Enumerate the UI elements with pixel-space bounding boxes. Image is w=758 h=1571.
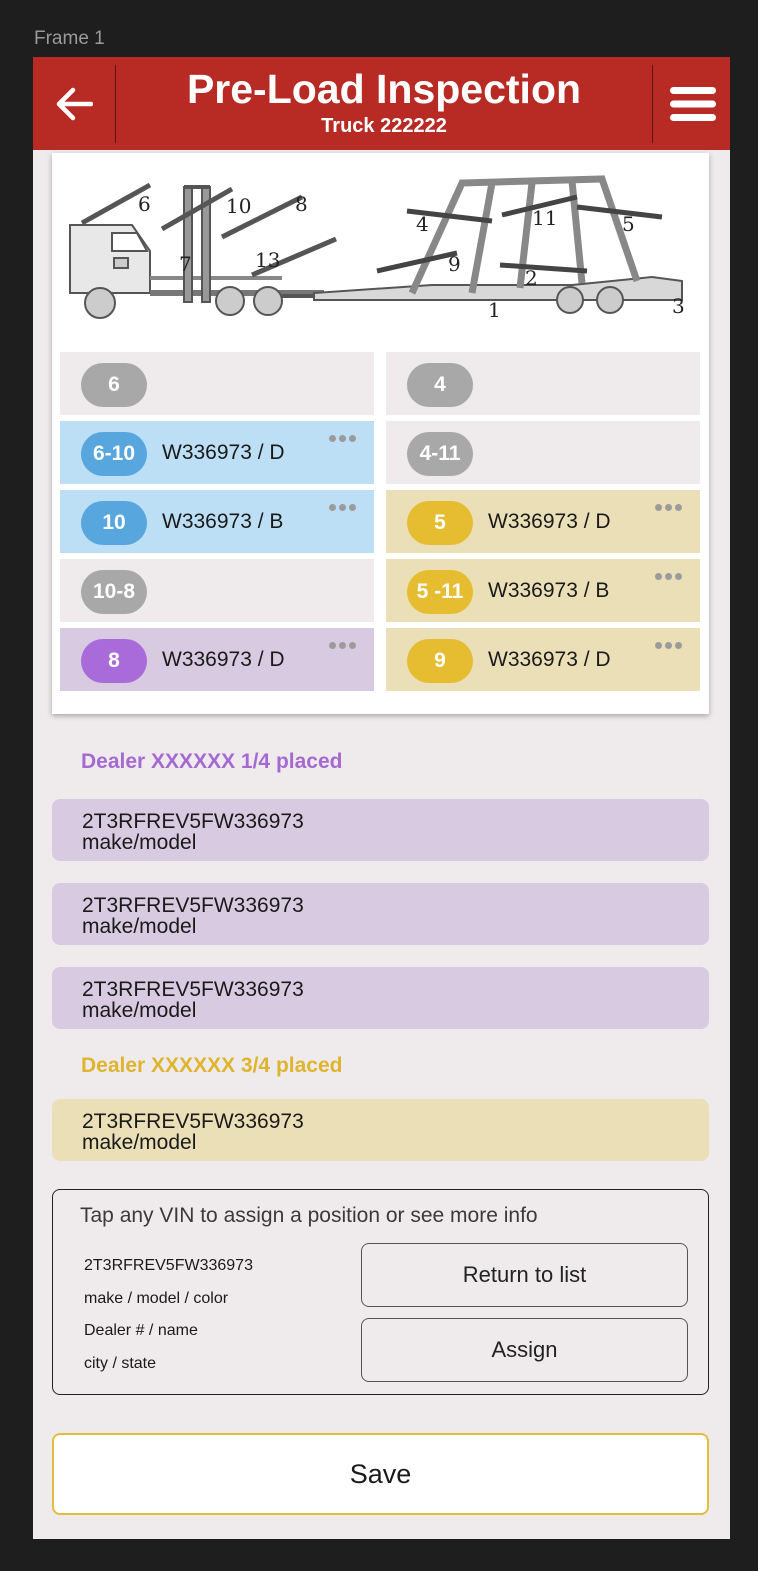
- load-position-slot[interactable]: 6: [60, 352, 374, 415]
- vin-list-item[interactable]: 2T3RFREV5FW336973 make/model: [52, 883, 709, 945]
- vin-list-item[interactable]: 2T3RFREV5FW336973 make/model: [52, 1099, 709, 1161]
- load-position-slot[interactable]: 6-10 W336973 / D: [60, 421, 374, 484]
- dot: [329, 435, 336, 442]
- selected-dealer: Dealer # / name: [84, 1322, 198, 1339]
- vin-list-item[interactable]: 2T3RFREV5FW336973 make/model: [52, 967, 709, 1029]
- selected-make-model: make / model / color: [84, 1290, 229, 1307]
- dot: [665, 642, 672, 649]
- load-position-slot[interactable]: 4: [386, 352, 700, 415]
- position-badge: 9: [407, 639, 473, 683]
- truck-diagram: 6 10 8 7 13 4 11 5 9 2 1 3: [69, 175, 685, 322]
- diagram-number: 2: [525, 266, 538, 290]
- truck-load-card: 6 10 8 7 13 4 11 5 9 2 1 3 6 6-10 W336973 …: [52, 153, 709, 714]
- more-dots-icon[interactable]: [655, 573, 682, 580]
- position-badge: 10: [81, 501, 147, 545]
- vin-text: 2T3RFREV5FW336973: [82, 1110, 304, 1133]
- load-position-slot[interactable]: 5 W336973 / D: [386, 490, 700, 553]
- slot-vin-text: W336973 / D: [162, 647, 285, 671]
- dealer-heading: Dealer XXXXXX 3/4 placed: [81, 1054, 343, 1077]
- dot: [339, 435, 346, 442]
- position-badge: 6-10: [81, 432, 147, 476]
- vin-text: 2T3RFREV5FW336973: [82, 894, 304, 917]
- slot-vin-text: W336973 / B: [162, 509, 284, 533]
- make-model-text: make/model: [82, 915, 197, 938]
- slot-vin-text: W336973 / D: [488, 647, 611, 671]
- dot: [655, 642, 662, 649]
- dot: [329, 642, 336, 649]
- header-titles: Pre-Load Inspection Truck 222222: [116, 65, 652, 139]
- frame-label: Frame 1: [34, 28, 105, 49]
- return-to-list-button[interactable]: Return to list: [361, 1243, 688, 1307]
- dot: [655, 504, 662, 511]
- load-position-slot[interactable]: 10 W336973 / B: [60, 490, 374, 553]
- assign-button[interactable]: Assign: [361, 1318, 688, 1382]
- selected-location: city / state: [84, 1355, 157, 1372]
- position-badge: 5 -11: [407, 570, 473, 614]
- vehicle-info-panel: Tap any VIN to assign a position or see …: [52, 1189, 709, 1395]
- more-dots-icon[interactable]: [329, 642, 356, 649]
- info-hint: Tap any VIN to assign a position or see …: [80, 1204, 538, 1227]
- position-badge: 10-8: [81, 570, 147, 614]
- vin-text: 2T3RFREV5FW336973: [82, 810, 304, 833]
- load-position-slot[interactable]: 9 W336973 / D: [386, 628, 700, 691]
- phone-screen: Pre-Load Inspection Truck 222222 6 10 8 …: [33, 57, 730, 1539]
- dot: [339, 504, 346, 511]
- make-model-text: make/model: [82, 1131, 197, 1154]
- dot: [675, 573, 682, 580]
- diagram-number: 1: [488, 298, 501, 322]
- position-badge: 4: [407, 363, 473, 407]
- more-dots-icon[interactable]: [655, 504, 682, 511]
- diagram-number: 5: [622, 212, 635, 236]
- make-model-text: make/model: [82, 999, 197, 1022]
- diagram-number: 13: [255, 248, 280, 272]
- more-dots-icon[interactable]: [329, 435, 356, 442]
- selected-vin: 2T3RFREV5FW336973: [84, 1257, 253, 1274]
- dot: [339, 642, 346, 649]
- slot-vin-text: W336973 / B: [488, 578, 610, 602]
- diagram-number: 11: [532, 206, 557, 230]
- diagram-number: 9: [448, 252, 461, 276]
- position-badge: 4-11: [407, 432, 473, 476]
- page-title: Pre-Load Inspection: [186, 66, 582, 112]
- dot: [329, 504, 336, 511]
- dot: [675, 504, 682, 511]
- diagram-number: 3: [672, 294, 685, 318]
- dot: [675, 642, 682, 649]
- diagram-number: 4: [416, 212, 429, 236]
- save-button[interactable]: Save: [52, 1433, 709, 1515]
- dot: [349, 435, 356, 442]
- load-position-slot[interactable]: 5 -11 W336973 / B: [386, 559, 700, 622]
- hamburger-menu-icon: [669, 86, 716, 121]
- make-model-text: make/model: [82, 831, 197, 854]
- app-header: Pre-Load Inspection Truck 222222: [33, 57, 730, 150]
- position-badge: 5: [407, 501, 473, 545]
- diagram-number: 6: [138, 192, 151, 216]
- dot: [349, 642, 356, 649]
- position-badge: 8: [81, 639, 147, 683]
- dot: [665, 504, 672, 511]
- diagram-number: 8: [295, 192, 308, 216]
- dealer-heading: Dealer XXXXXX 1/4 placed: [81, 750, 343, 773]
- slot-vin-text: W336973 / D: [488, 509, 611, 533]
- menu-button[interactable]: [655, 57, 730, 150]
- truck-subtitle: Truck 222222: [321, 115, 447, 137]
- position-badge: 6: [81, 363, 147, 407]
- dot: [665, 573, 672, 580]
- diagram-number: 7: [179, 252, 192, 276]
- load-position-slot[interactable]: 4-11: [386, 421, 700, 484]
- vin-list-item[interactable]: 2T3RFREV5FW336973 make/model: [52, 799, 709, 861]
- load-position-slot[interactable]: 10-8: [60, 559, 374, 622]
- diagram-number: 10: [226, 194, 251, 218]
- header-divider: [652, 65, 653, 143]
- more-dots-icon[interactable]: [655, 642, 682, 649]
- slot-vin-text: W336973 / D: [162, 440, 285, 464]
- arrow-left-icon: [56, 87, 93, 120]
- load-position-slot[interactable]: 8 W336973 / D: [60, 628, 374, 691]
- dot: [655, 573, 662, 580]
- back-button[interactable]: [33, 57, 115, 150]
- dot: [349, 504, 356, 511]
- vin-text: 2T3RFREV5FW336973: [82, 978, 304, 1001]
- more-dots-icon[interactable]: [329, 504, 356, 511]
